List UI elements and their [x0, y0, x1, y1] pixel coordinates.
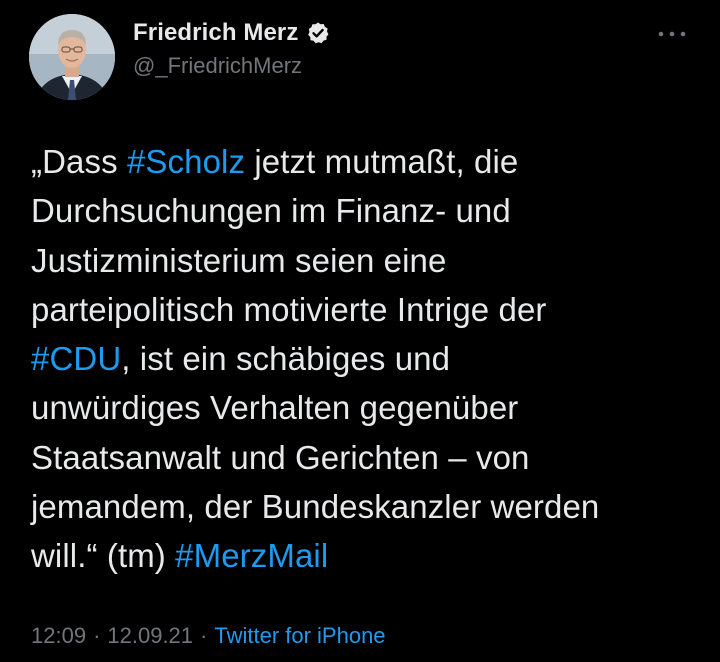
more-options-button[interactable]: [654, 24, 690, 44]
tweet-text-segment: unwürdiges Verhalten gegenüber: [31, 389, 519, 427]
tweet-text-segment: Justizministerium seien eine: [31, 241, 447, 279]
tweet-text-line: Durchsuchungen im Finanz- und: [31, 186, 701, 235]
hashtag-link[interactable]: #Scholz: [127, 143, 245, 180]
tweet-text-segment: jetzt mutmaßt, die: [245, 143, 519, 180]
tweet-card: Friedrich Merz @_FriedrichMerz „Dass #Sc…: [0, 0, 720, 662]
display-name[interactable]: Friedrich Merz: [133, 19, 298, 47]
more-horizontal-icon: [658, 31, 686, 37]
hashtag-link[interactable]: #CDU: [31, 340, 121, 377]
tweet-text-line: Justizministerium seien eine: [31, 236, 701, 285]
tweet-meta: 12:09 · 12.09.21 · Twitter for iPhone: [31, 622, 386, 650]
author-handle[interactable]: @_FriedrichMerz: [133, 53, 302, 79]
tweet-text: „Dass #Scholz jetzt mutmaßt, die Durchsuc…: [31, 137, 701, 581]
tweet-text-line: Staatsanwalt und Gerichten – von: [31, 433, 701, 482]
author-name-row: Friedrich Merz: [133, 19, 330, 47]
meta-separator: ·: [93, 623, 101, 648]
tweet-text-line: parteipolitisch motivierte Intrige der: [31, 285, 701, 334]
tweet-source-link[interactable]: Twitter for iPhone: [214, 623, 385, 648]
meta-separator: ·: [200, 623, 208, 648]
avatar[interactable]: [29, 14, 115, 100]
tweet-text-line: „Dass #Scholz jetzt mutmaßt, die: [31, 137, 701, 186]
tweet-text-line: jemandem, der Bundeskanzler werden: [31, 482, 701, 531]
tweet-text-line: #CDU, ist ein schäbiges und: [31, 334, 701, 383]
tweet-text-segment: Durchsuchungen im Finanz- und: [31, 192, 511, 230]
tweet-text-segment: parteipolitisch motivierte Intrige der: [31, 290, 547, 328]
tweet-date[interactable]: 12.09.21: [107, 623, 193, 648]
tweet-text-segment: , ist ein schäbiges und: [121, 340, 451, 378]
tweet-text-line: unwürdiges Verhalten gegenüber: [31, 383, 701, 432]
tweet-time[interactable]: 12:09: [31, 623, 86, 648]
tweet-text-segment: jemandem, der Bundeskanzler werden: [31, 488, 600, 526]
hashtag-link[interactable]: #MerzMail: [175, 537, 328, 574]
tweet-text-line: will.“ (tm) #MerzMail: [31, 531, 701, 580]
tweet-text-segment: „Dass: [31, 143, 127, 180]
verified-badge-icon: [306, 21, 330, 45]
tweet-text-segment: will.“ (tm): [31, 537, 176, 575]
tweet-text-segment: Staatsanwalt und Gerichten – von: [31, 438, 530, 476]
